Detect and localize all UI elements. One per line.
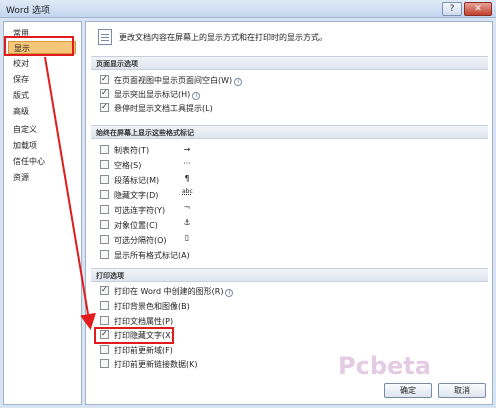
- cancel-button[interactable]: 取消: [438, 383, 486, 398]
- ok-button[interactable]: 确定: [384, 383, 432, 398]
- red-arrow-annotation: [44, 56, 96, 330]
